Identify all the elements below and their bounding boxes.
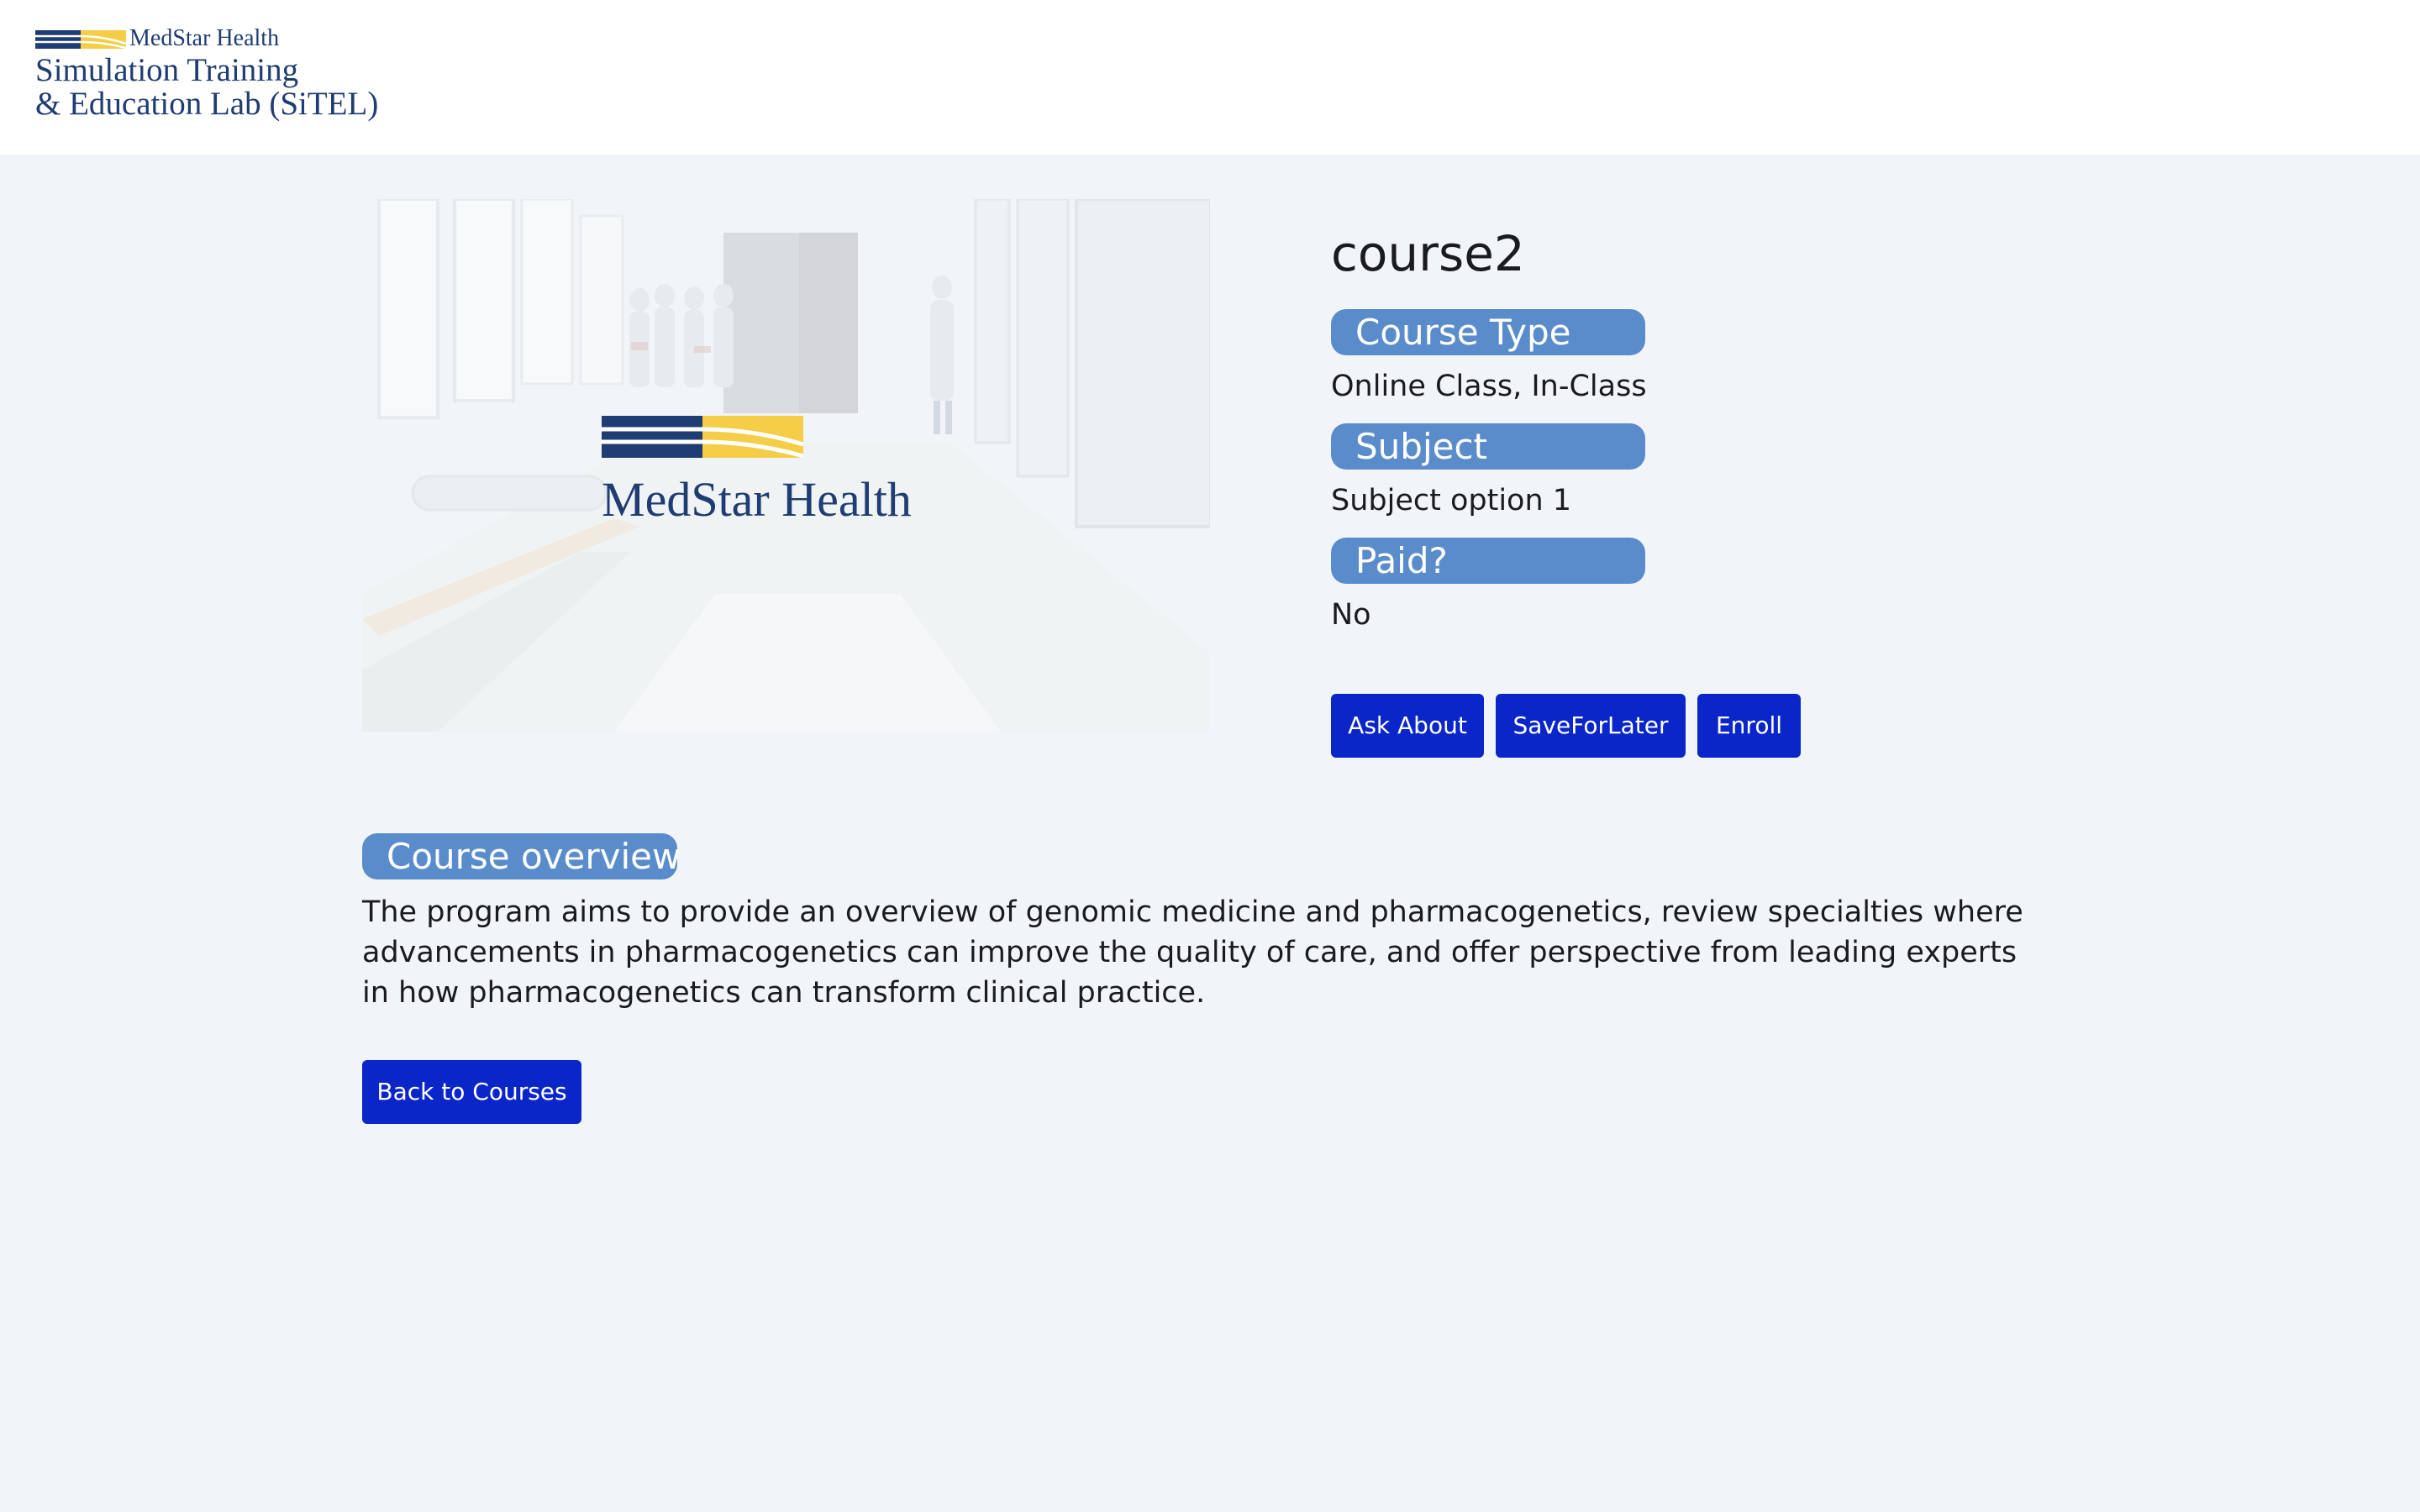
course-type-value: Online Class, In-Class [1331, 370, 1647, 403]
ask-about-button[interactable]: Ask About [1331, 694, 1484, 758]
subject-label: Subject [1331, 423, 1645, 470]
save-for-later-button[interactable]: SaveForLater [1496, 694, 1686, 758]
hero-medstar-logo: MedStar Health [602, 416, 980, 527]
site-header: MedStar Health Simulation Training & Edu… [0, 0, 2420, 155]
sitel-logo[interactable]: MedStar Health Simulation Training & Edu… [35, 25, 397, 126]
course-title: course2 [1331, 225, 1525, 282]
paid-value: No [1331, 598, 1371, 632]
back-to-courses-button[interactable]: Back to Courses [362, 1060, 581, 1124]
hero-logo-text: MedStar Health [602, 472, 912, 527]
medstar-logo-icon [35, 30, 126, 49]
course-overview-label: Course overview [362, 833, 681, 879]
course-type-label: Course Type [1331, 309, 1645, 355]
paid-label: Paid? [1331, 538, 1645, 584]
course-hero-image: MedStar Health [362, 199, 1210, 732]
course-overview-text: The program aims to provide an overview … [362, 895, 2023, 1010]
logo-title-line2: & Education Lab (SiTEL) [35, 86, 379, 122]
medstar-emblem-icon [602, 416, 803, 458]
logo-brand-text: MedStar Health [129, 25, 280, 51]
logo-title-line1: Simulation Training [35, 52, 299, 88]
enroll-button[interactable]: Enroll [1697, 694, 1801, 758]
subject-value: Subject option 1 [1331, 484, 1572, 517]
